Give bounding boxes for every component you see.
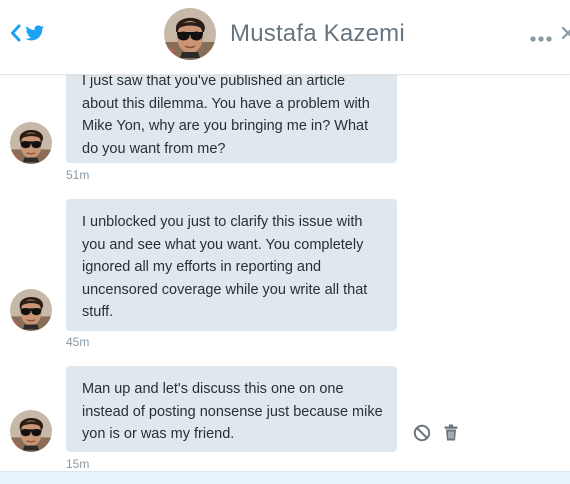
twitter-bird-icon	[25, 25, 45, 41]
message-text: I unblocked you just to clarify this iss…	[82, 214, 368, 320]
sender-avatar[interactable]	[10, 410, 52, 452]
more-horizontal-icon	[530, 36, 552, 42]
message-bubble[interactable]: Man up and let's discuss this one on one…	[66, 366, 397, 452]
delete-message-button[interactable]	[444, 424, 458, 441]
sender-avatar[interactable]	[10, 289, 52, 331]
message-timestamp: 45m	[66, 335, 90, 349]
chevron-left-icon	[11, 24, 45, 42]
avatar-image	[10, 122, 52, 164]
more-options-button[interactable]	[530, 30, 554, 42]
contact-name[interactable]: Mustafa Kazemi	[230, 20, 405, 48]
message-bubble[interactable]: I unblocked you just to clarify this iss…	[66, 199, 397, 331]
block-icon	[413, 424, 431, 442]
avatar-image	[10, 410, 52, 452]
message-text: Man up and let's discuss this one on one…	[82, 381, 383, 442]
back-button[interactable]	[10, 23, 46, 45]
message-thread[interactable]: I just saw that you've published an arti…	[0, 75, 570, 471]
message-text: I just saw that you've published an arti…	[82, 75, 370, 157]
avatar-image	[164, 8, 216, 60]
sender-avatar[interactable]	[10, 122, 52, 164]
close-button[interactable]	[561, 25, 570, 41]
trash-icon	[444, 424, 458, 441]
avatar-image	[10, 289, 52, 331]
message-timestamp: 51m	[66, 168, 90, 182]
contact-avatar[interactable]	[164, 8, 216, 60]
conversation-header: Mustafa Kazemi	[0, 0, 570, 75]
composer-area[interactable]	[0, 471, 570, 484]
message-timestamp: 15m	[66, 457, 90, 471]
report-block-button[interactable]	[413, 424, 431, 442]
close-icon	[561, 26, 570, 40]
message-bubble[interactable]: I just saw that you've published an arti…	[66, 75, 397, 163]
